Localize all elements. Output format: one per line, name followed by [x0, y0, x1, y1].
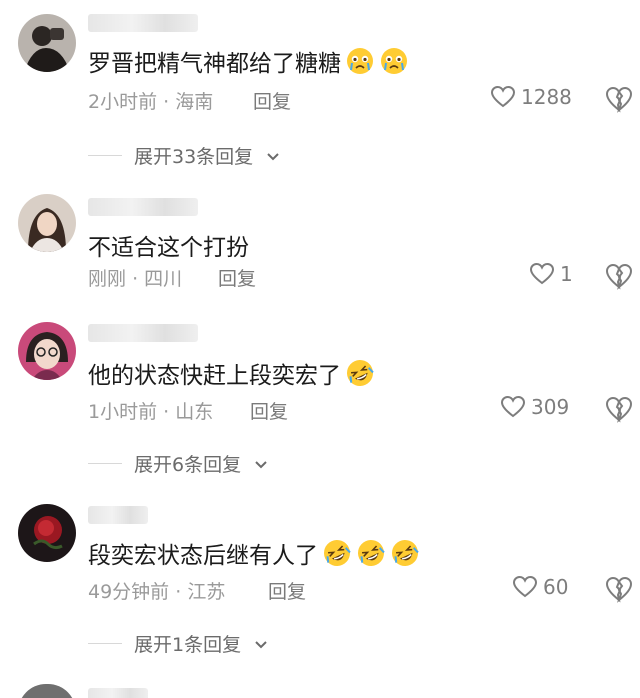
meta-separator: · — [163, 401, 170, 423]
username-blurred[interactable] — [88, 324, 198, 342]
comment-location: 山东 — [175, 401, 214, 423]
rolling-laughing-face-icon — [392, 540, 419, 566]
comment-time: 2小时前 — [88, 91, 158, 113]
comment-text-content: 段奕宏状态后继有人了 — [88, 543, 318, 569]
expand-replies-label: 展开6条回复 — [134, 454, 242, 476]
rolling-laughing-face-icon — [347, 360, 374, 386]
comment-meta: 1小时前 · 山东 — [88, 397, 213, 424]
broken-heart-icon[interactable] — [604, 84, 634, 114]
rolling-laughing-face-icon — [324, 540, 351, 566]
username-blurred[interactable] — [88, 506, 148, 524]
heart-icon — [500, 395, 526, 418]
like-count: 1288 — [521, 85, 572, 109]
comment-item: 罗晋把精气神都给了糖糖 2小时前 · 海南 回复 1288 展开33条回复 — [0, 0, 640, 180]
expand-replies-label: 展开33条回复 — [134, 146, 254, 168]
comment-text-content: 不适合这个打扮 — [88, 235, 249, 261]
meta-separator: · — [175, 581, 182, 603]
like-button[interactable]: 309 — [500, 394, 569, 420]
meta-separator: · — [132, 268, 139, 290]
expand-replies-button[interactable]: 展开1条回复 — [88, 630, 269, 657]
divider-line — [88, 155, 122, 156]
comment-meta: 2小时前 · 海南 — [88, 87, 213, 114]
heart-icon — [529, 262, 555, 285]
comment-location: 四川 — [144, 268, 183, 290]
comment-location: 江苏 — [187, 581, 226, 603]
avatar[interactable] — [18, 14, 76, 72]
like-count: 309 — [531, 395, 570, 419]
divider-line — [88, 643, 122, 644]
avatar[interactable] — [18, 194, 76, 252]
expand-replies-button[interactable]: 展开6条回复 — [88, 450, 269, 477]
like-count: 60 — [543, 575, 569, 599]
like-button[interactable]: 60 — [512, 574, 568, 600]
comment-text: 不适合这个打扮 — [88, 228, 249, 262]
heart-icon — [512, 575, 538, 598]
comment-text: 罗晋把精气神都给了糖糖 — [88, 44, 409, 78]
comment-location: 海南 — [175, 91, 214, 113]
comment-item: 他的状态快赶上段奕宏了 1小时前 · 山东 回复 309 展开6条回复 — [0, 318, 640, 488]
reply-button[interactable]: 回复 — [218, 264, 256, 291]
username-blurred[interactable] — [88, 688, 148, 698]
like-count: 1 — [560, 262, 573, 286]
chevron-down-icon — [255, 460, 267, 468]
comment-item: 不适合这个打扮 刚刚 · 四川 回复 1 — [0, 190, 640, 310]
crying-face-icon — [381, 48, 407, 74]
divider-line — [88, 463, 122, 464]
like-button[interactable]: 1 — [529, 261, 573, 287]
rolling-laughing-face-icon — [358, 540, 385, 566]
expand-replies-label: 展开1条回复 — [134, 634, 242, 656]
comment-text-content: 他的状态快赶上段奕宏了 — [88, 363, 341, 389]
comment-text: 段奕宏状态后继有人了 — [88, 536, 420, 570]
avatar[interactable] — [18, 684, 76, 698]
username-blurred[interactable] — [88, 198, 198, 216]
comment-item-partial — [0, 684, 640, 698]
reply-button[interactable]: 回复 — [250, 397, 288, 424]
chevron-down-icon — [267, 152, 279, 160]
comment-time: 刚刚 — [88, 268, 127, 290]
like-button[interactable]: 1288 — [490, 84, 572, 110]
avatar[interactable] — [18, 322, 76, 380]
meta-separator: · — [163, 91, 170, 113]
broken-heart-icon[interactable] — [604, 574, 634, 604]
avatar[interactable] — [18, 504, 76, 562]
chevron-down-icon — [255, 640, 267, 648]
crying-face-icon — [347, 48, 373, 74]
comment-item: 段奕宏状态后继有人了 49分钟前 · 江苏 回复 60 展开1条回复 — [0, 500, 640, 670]
expand-replies-button[interactable]: 展开33条回复 — [88, 142, 281, 169]
username-blurred[interactable] — [88, 14, 198, 32]
broken-heart-icon[interactable] — [604, 394, 634, 424]
broken-heart-icon[interactable] — [604, 261, 634, 291]
reply-button[interactable]: 回复 — [253, 87, 291, 114]
comment-text: 他的状态快赶上段奕宏了 — [88, 356, 375, 390]
comment-meta: 刚刚 · 四川 — [88, 264, 182, 291]
heart-icon — [490, 85, 516, 108]
comment-text-content: 罗晋把精气神都给了糖糖 — [88, 51, 341, 77]
reply-button[interactable]: 回复 — [268, 577, 306, 604]
comment-time: 1小时前 — [88, 401, 158, 423]
comment-time: 49分钟前 — [88, 581, 170, 603]
comment-meta: 49分钟前 · 江苏 — [88, 577, 225, 604]
